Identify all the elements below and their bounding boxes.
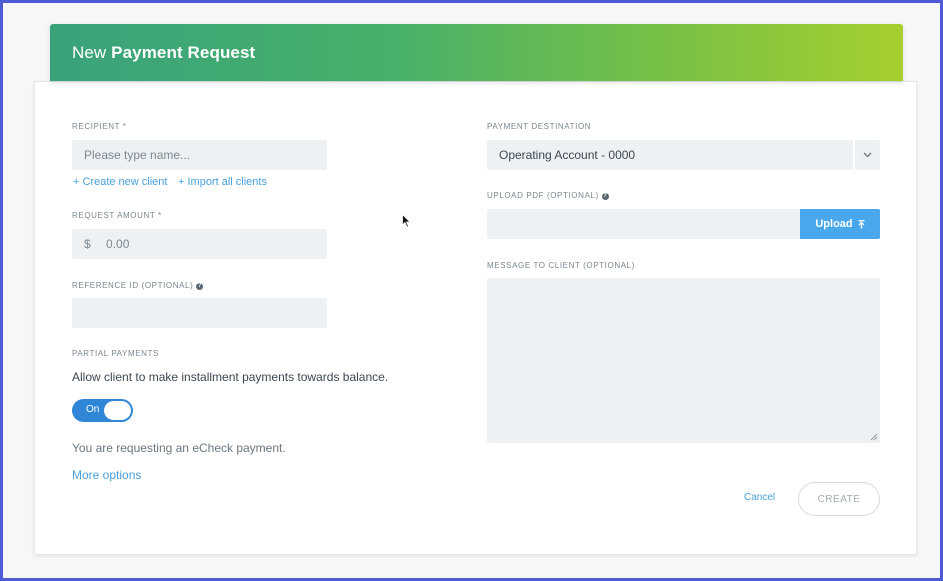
reference-id-label-text: REFERENCE ID (OPTIONAL) bbox=[72, 281, 194, 290]
echeck-note: You are requesting an eCheck payment. bbox=[72, 441, 286, 455]
upload-pdf-field[interactable] bbox=[487, 209, 800, 239]
payment-destination-value: Operating Account - 0000 bbox=[499, 148, 636, 162]
amount-value: 0.00 bbox=[106, 237, 130, 251]
message-textarea[interactable] bbox=[487, 278, 880, 443]
help-icon[interactable]: ? bbox=[601, 193, 609, 200]
resize-handle-icon[interactable] bbox=[870, 433, 878, 441]
reference-id-label: REFERENCE ID (OPTIONAL)? bbox=[72, 281, 204, 290]
payment-destination-label: PAYMENT DESTINATION bbox=[487, 122, 592, 131]
upload-button-label: Upload bbox=[815, 218, 853, 230]
request-amount-label: REQUEST AMOUNT * bbox=[72, 211, 162, 220]
partial-payments-toggle[interactable]: On bbox=[72, 399, 133, 422]
help-icon[interactable]: ? bbox=[196, 283, 204, 290]
message-label: MESSAGE TO CLIENT (OPTIONAL) bbox=[487, 261, 635, 270]
import-all-clients-link[interactable]: + Import all clients bbox=[178, 176, 267, 188]
create-button[interactable]: CREATE bbox=[798, 482, 880, 516]
reference-id-input[interactable] bbox=[72, 298, 327, 328]
partial-payments-description: Allow client to make installment payment… bbox=[72, 370, 389, 384]
upload-button[interactable]: Upload bbox=[800, 209, 880, 239]
modal-header: New Payment Request bbox=[50, 24, 903, 81]
upload-arrow-icon bbox=[858, 219, 865, 228]
page-title: New Payment Request bbox=[72, 43, 255, 63]
mouse-cursor-icon bbox=[402, 214, 411, 228]
cancel-button[interactable]: Cancel bbox=[744, 492, 775, 503]
more-options-link[interactable]: More options bbox=[72, 468, 141, 482]
chevron-down-icon[interactable] bbox=[853, 140, 880, 170]
currency-symbol: $ bbox=[84, 237, 91, 251]
recipient-input[interactable]: Please type name... bbox=[72, 140, 327, 170]
request-amount-input[interactable]: $ 0.00 bbox=[72, 229, 327, 259]
title-prefix: New bbox=[72, 43, 107, 62]
upload-pdf-label-text: UPLOAD PDF (OPTIONAL) bbox=[487, 191, 599, 200]
title-bold: Payment Request bbox=[111, 43, 256, 62]
upload-pdf-label: UPLOAD PDF (OPTIONAL)? bbox=[487, 191, 609, 200]
recipient-label: RECIPIENT * bbox=[72, 122, 127, 131]
partial-payments-label: PARTIAL PAYMENTS bbox=[72, 349, 159, 358]
create-new-client-link[interactable]: + Create new client bbox=[73, 176, 167, 188]
toggle-label: On bbox=[86, 404, 100, 415]
payment-destination-select[interactable]: Operating Account - 0000 bbox=[487, 140, 880, 170]
toggle-knob bbox=[104, 401, 131, 420]
